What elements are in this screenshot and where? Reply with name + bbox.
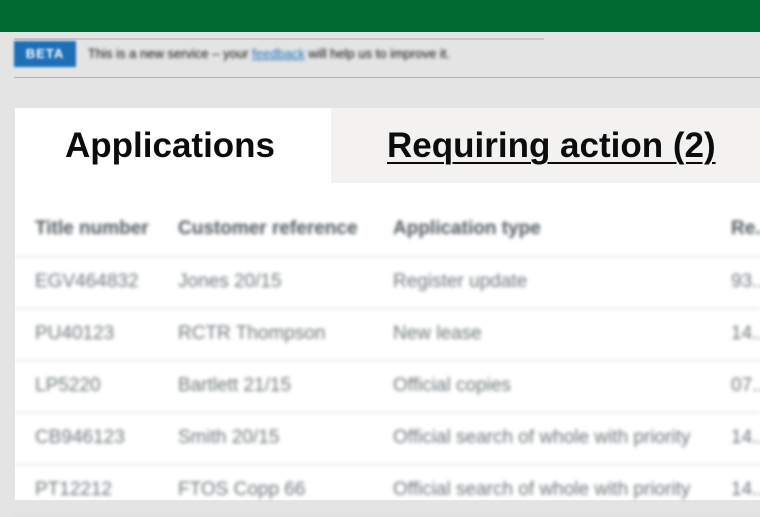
- column-header[interactable]: Customer reference: [178, 204, 358, 254]
- reference-cell: 14...: [731, 323, 760, 344]
- applications-table: Title number Customer reference Applicat…: [15, 204, 760, 517]
- reference-cell: 93...: [731, 271, 760, 292]
- table-row[interactable]: CB946123 Smith 20/15 Official search of …: [15, 413, 760, 465]
- customer-reference-cell: Jones 20/15: [178, 271, 282, 292]
- title-number-cell[interactable]: PT12212: [35, 465, 112, 515]
- tab-list: Applications Requiring action (2): [15, 108, 760, 183]
- application-type-cell: Official copies: [393, 375, 511, 396]
- banner-text-after: will help us to improve it.: [308, 46, 451, 61]
- customer-reference-cell: RCTR Thompson: [178, 323, 326, 344]
- customer-reference-cell: Bartlett 21/15: [178, 375, 292, 396]
- header-bar: [0, 0, 760, 32]
- title-number-cell[interactable]: PU40123: [35, 309, 114, 359]
- application-type-cell: Official search of whole with priority: [393, 479, 691, 500]
- banner-text: This is a new service – your feedback wi…: [88, 46, 450, 61]
- tab-applications[interactable]: Applications: [15, 108, 331, 183]
- tab-requiring-action[interactable]: Requiring action (2): [331, 108, 760, 183]
- table-header: Title number Customer reference Applicat…: [15, 204, 760, 257]
- feedback-link[interactable]: feedback: [252, 46, 305, 61]
- customer-reference-cell: Smith 20/15: [178, 427, 280, 448]
- title-number-cell[interactable]: EGV464832: [35, 257, 139, 307]
- table-row[interactable]: LP5220 Bartlett 21/15 Official copies 07…: [15, 361, 760, 413]
- beta-tag: BETA: [14, 41, 76, 67]
- reference-cell: 07...: [731, 375, 760, 396]
- reference-cell: 14...: [731, 479, 760, 500]
- application-type-cell: Register update: [393, 271, 528, 292]
- banner-text-before: This is a new service – your: [88, 46, 249, 61]
- reference-cell: 14...: [731, 427, 760, 448]
- title-number-cell[interactable]: LP5220: [35, 361, 101, 411]
- tab-requiring-action-label[interactable]: Requiring action (2): [387, 126, 716, 166]
- applications-panel: Applications Requiring action (2) Title …: [15, 108, 760, 517]
- customer-reference-cell: FTOS Copp 66: [178, 479, 306, 500]
- column-header[interactable]: Re...: [731, 204, 760, 254]
- table-row[interactable]: PT12212 FTOS Copp 66 Official search of …: [15, 465, 760, 517]
- application-type-cell: New lease: [393, 323, 482, 344]
- column-header[interactable]: Application type: [393, 204, 541, 254]
- table-row[interactable]: EGV464832 Jones 20/15 Register update 93…: [15, 257, 760, 309]
- column-header[interactable]: Title number: [35, 204, 149, 254]
- banner-divider: [14, 77, 760, 78]
- application-type-cell: Official search of whole with priority: [393, 427, 691, 448]
- title-number-cell[interactable]: CB946123: [35, 413, 125, 463]
- table-row[interactable]: PU40123 RCTR Thompson New lease 14...: [15, 309, 760, 361]
- phase-banner: BETA This is a new service – your feedba…: [14, 40, 760, 68]
